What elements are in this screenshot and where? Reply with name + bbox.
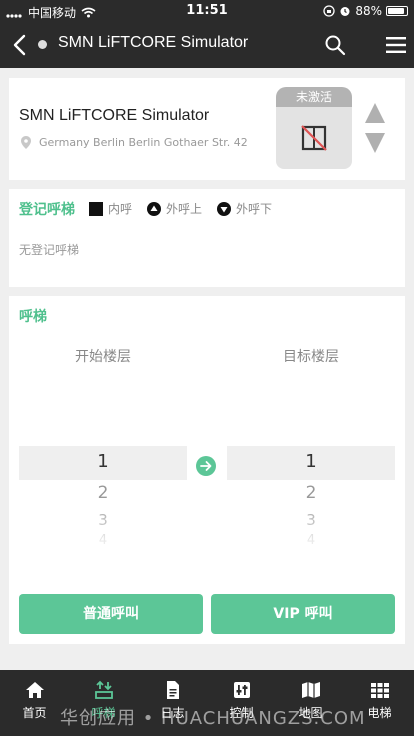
tab-call[interactable]: 呼梯	[69, 670, 138, 736]
tab-bar: 首页 呼梯 日志 控制 地图 电梯	[0, 670, 414, 736]
home-icon	[25, 682, 44, 698]
call-icon	[94, 680, 113, 699]
elevator-icon	[370, 683, 389, 698]
picker-fade	[227, 506, 395, 550]
tab-elevator[interactable]: 电梯	[345, 670, 414, 736]
tab-label: 日志	[160, 706, 185, 720]
tab-label: 地图	[298, 706, 323, 720]
nav-bar: SMN LiFTCORE Simulator	[0, 22, 414, 68]
vip-call-button[interactable]: VIP 呼叫	[211, 594, 395, 634]
tab-control[interactable]: 控制	[207, 670, 276, 736]
status-right: 88%	[323, 4, 408, 18]
legend-up-label: 外呼上	[166, 202, 203, 216]
arrow-right-icon	[196, 456, 216, 476]
target-floor-picker[interactable]: 1 2 3 4	[227, 446, 395, 550]
search-icon[interactable]	[324, 34, 346, 56]
circle-down-icon	[217, 201, 231, 216]
battery-icon	[386, 6, 408, 16]
location-pin-icon	[21, 136, 31, 149]
tab-label: 首页	[22, 706, 47, 720]
tab-log[interactable]: 日志	[138, 670, 207, 736]
legend-down-label: 外呼下	[236, 202, 273, 216]
battery-level	[388, 8, 404, 14]
registered-calls-title: 登记呼梯	[19, 202, 75, 218]
rotation-lock-icon	[323, 5, 335, 17]
registered-empty-text: 无登记呼梯	[19, 243, 80, 257]
legend-inner-label: 内呼	[108, 202, 133, 216]
status-dot-icon	[38, 40, 47, 49]
up-arrow-icon	[365, 103, 385, 123]
picker-option[interactable]: 1	[19, 451, 187, 472]
picker-option[interactable]: 1	[227, 451, 395, 472]
log-icon	[166, 681, 179, 699]
registered-calls-card: 登记呼梯 内呼 外呼上 外呼下 无登记呼梯	[9, 189, 405, 287]
legend-hall-down: 外呼下	[217, 200, 272, 217]
start-floor-label: 开始楼层	[75, 349, 131, 365]
status-bar: 中国移动 11:51 88%	[0, 0, 414, 22]
legend-hall-up: 外呼上	[147, 200, 202, 217]
tab-label: 电梯	[367, 706, 392, 720]
device-address-text: Germany Berlin Berlin Gothaer Str. 42	[39, 136, 248, 149]
control-icon	[233, 682, 250, 698]
map-icon	[301, 682, 320, 698]
start-floor-picker[interactable]: 1 2 3 4	[19, 446, 187, 550]
picker-fade	[19, 506, 187, 550]
device-name: SMN LiFTCORE Simulator	[19, 107, 210, 124]
square-icon	[89, 201, 103, 216]
menu-icon[interactable]	[386, 36, 406, 54]
back-icon[interactable]	[10, 34, 30, 56]
tab-label: 呼梯	[91, 706, 116, 720]
door-disabled-icon	[301, 125, 327, 151]
battery-text: 88%	[355, 4, 382, 18]
target-floor-label: 目标楼层	[283, 349, 339, 365]
door-status-box	[276, 107, 352, 169]
call-card: 呼梯 开始楼层 目标楼层 1 2 3 4 1 2 3 4 普通呼叫 VIP 呼叫	[9, 296, 405, 644]
down-arrow-icon	[365, 133, 385, 153]
tab-map[interactable]: 地图	[276, 670, 345, 736]
call-title: 呼梯	[19, 309, 47, 325]
picker-option[interactable]: 2	[227, 483, 395, 503]
device-address: Germany Berlin Berlin Gothaer Str. 42	[21, 136, 248, 149]
device-card: SMN LiFTCORE Simulator Germany Berlin Be…	[9, 78, 405, 180]
status-badge: 未激活	[276, 87, 352, 107]
tab-home[interactable]: 首页	[0, 670, 69, 736]
alarm-icon	[340, 7, 350, 16]
tab-label: 控制	[229, 706, 254, 720]
normal-call-button[interactable]: 普通呼叫	[19, 594, 203, 634]
circle-up-icon	[147, 201, 161, 216]
picker-option[interactable]: 2	[19, 483, 187, 503]
page-title: SMN LiFTCORE Simulator	[58, 34, 249, 51]
legend-inner-call: 内呼	[89, 200, 132, 217]
